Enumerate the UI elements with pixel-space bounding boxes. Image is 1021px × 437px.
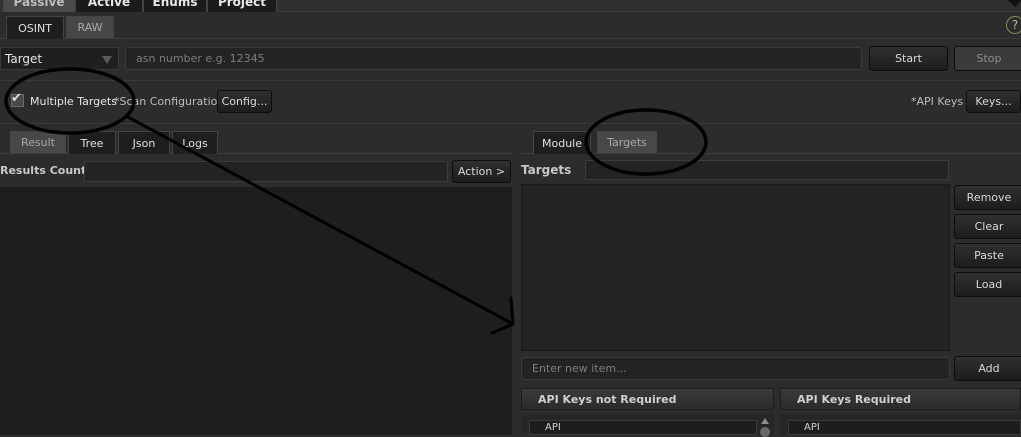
- asn-input[interactable]: asn number e.g. 12345: [125, 47, 862, 70]
- clear-button[interactable]: Clear: [954, 214, 1021, 239]
- scrollbar[interactable]: [758, 414, 772, 437]
- new-item-input[interactable]: Enter new item...: [521, 357, 950, 380]
- tab-json[interactable]: Json: [118, 131, 170, 154]
- check-icon: ✔: [11, 91, 22, 106]
- paste-button[interactable]: Paste: [954, 243, 1021, 268]
- multiple-targets-label[interactable]: Multiple Targets: [30, 95, 117, 108]
- stop-button[interactable]: Stop: [954, 46, 1021, 71]
- scan-configuration-label: *Scan Configuration: [114, 95, 225, 108]
- tab-logs[interactable]: Logs: [172, 131, 218, 154]
- tab-active[interactable]: Active: [75, 0, 143, 12]
- add-button[interactable]: Add: [954, 356, 1021, 381]
- api-keys-required-header: API Keys Required: [780, 388, 1021, 410]
- right-tab-bar: [521, 153, 1021, 154]
- options-divider-bottom: [0, 123, 1021, 124]
- keys-button[interactable]: Keys...: [966, 90, 1021, 113]
- tab-project[interactable]: Project: [207, 0, 277, 12]
- target-select-value: Target: [5, 52, 43, 66]
- multiple-targets-checkbox[interactable]: ✔: [11, 91, 24, 107]
- remove-button[interactable]: Remove: [954, 185, 1021, 210]
- options-divider: [0, 80, 1021, 81]
- targets-filter-field: [585, 160, 949, 180]
- sub-tab-bar: [0, 38, 1021, 39]
- config-button[interactable]: Config...: [217, 90, 272, 113]
- targets-label: Targets: [521, 163, 572, 177]
- tab-result[interactable]: Result: [10, 131, 66, 153]
- tab-raw[interactable]: RAW: [66, 16, 114, 38]
- tab-tree[interactable]: Tree: [68, 131, 116, 154]
- load-button[interactable]: Load: [954, 272, 1021, 297]
- api-list-row-header: [529, 420, 757, 435]
- results-count-label: Results Count:: [0, 164, 91, 177]
- help-icon[interactable]: ?: [1006, 16, 1021, 34]
- action-button[interactable]: Action >: [452, 160, 511, 183]
- api-column-label: API: [545, 422, 561, 433]
- tab-enums[interactable]: Enums: [143, 0, 207, 12]
- api-keys-label: *API Keys: [911, 95, 964, 108]
- results-area[interactable]: [0, 187, 512, 435]
- scroll-up-icon[interactable]: [761, 418, 769, 424]
- tab-targets[interactable]: Targets: [597, 131, 657, 153]
- corner-arrow-icon: [1008, 0, 1021, 7]
- api-column-label-2: API: [804, 422, 820, 433]
- start-button[interactable]: Start: [869, 46, 948, 71]
- api-keys-not-required-header: API Keys not Required: [521, 388, 774, 410]
- results-count-field: [84, 161, 448, 182]
- target-select[interactable]: Target: [0, 47, 119, 70]
- api-list-row-header-2: [788, 420, 1021, 435]
- tab-passive[interactable]: Passive: [3, 0, 75, 12]
- scroll-thumb[interactable]: [760, 427, 770, 437]
- chevron-down-icon: [102, 56, 112, 64]
- targets-list[interactable]: [521, 184, 950, 351]
- tab-osint[interactable]: OSINT: [6, 16, 64, 39]
- tab-module[interactable]: Module: [533, 131, 591, 154]
